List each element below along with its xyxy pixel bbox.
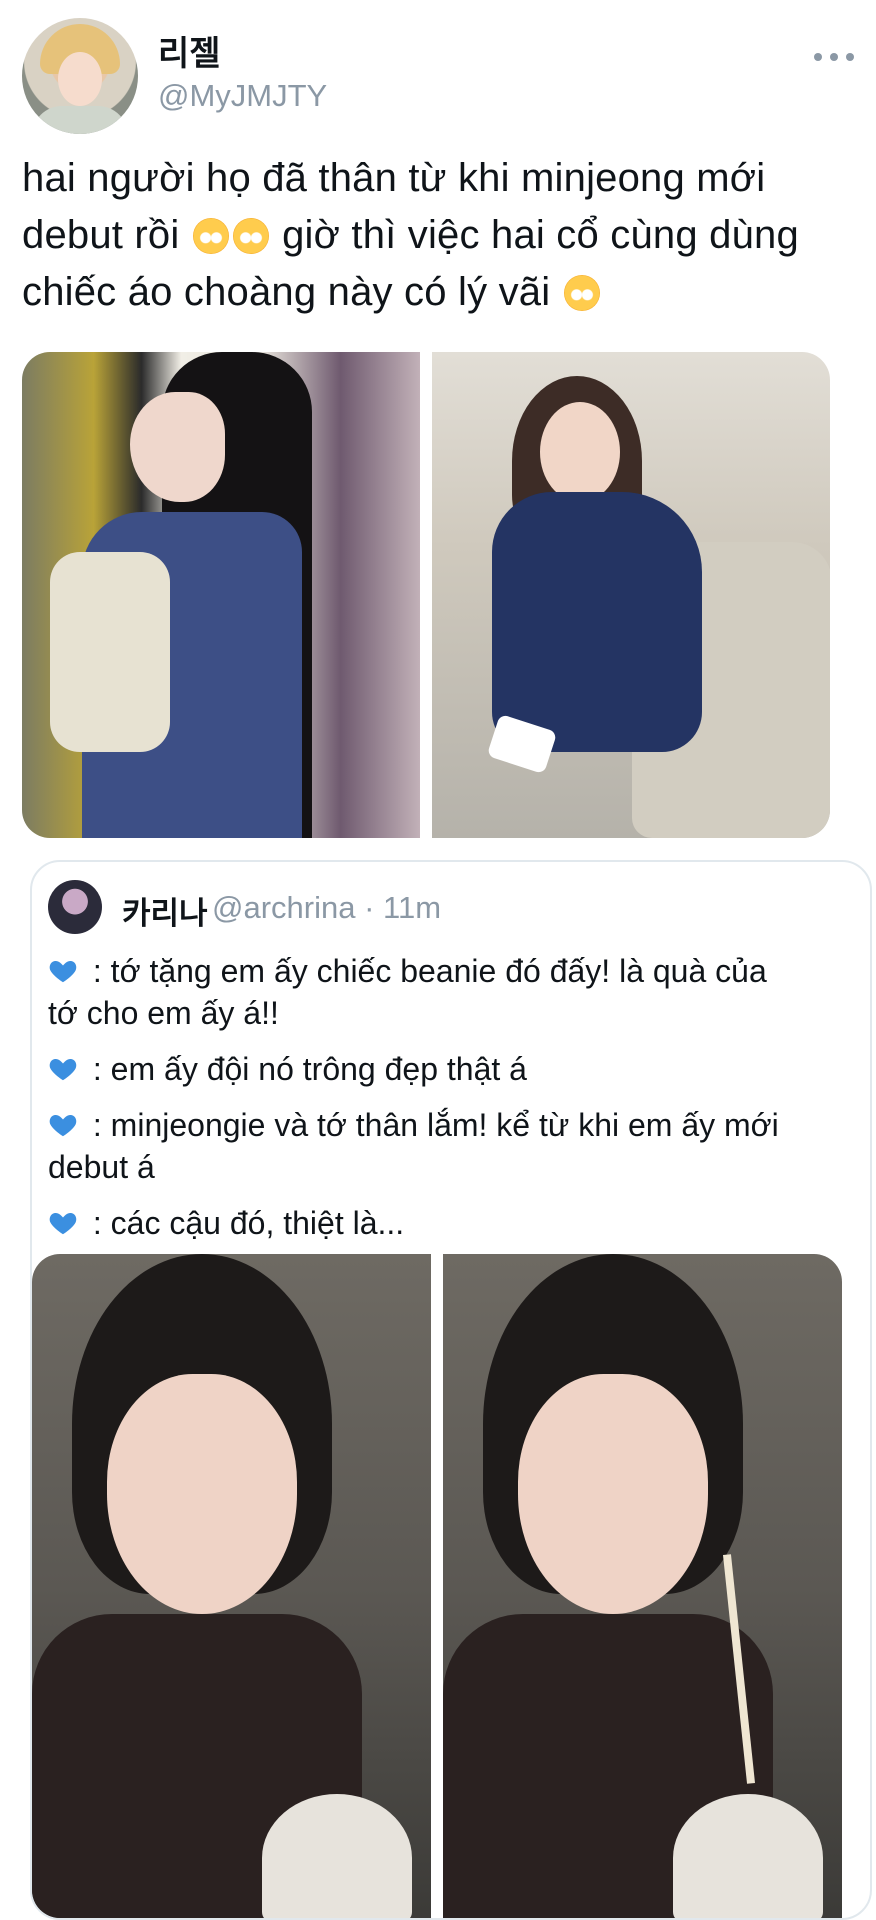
tweet-text-segment: debut rồi xyxy=(22,213,180,257)
avatar-shirt xyxy=(32,106,128,134)
quoted-text-line: debut á xyxy=(48,1149,155,1185)
quoted-text-line: : các cậu đó, thiệt là... xyxy=(84,1205,405,1241)
tweet-text-segment: hai người họ đã thân từ khi minjeong mới xyxy=(22,156,766,200)
dot xyxy=(830,53,838,61)
quoted-text-line: : minjeongie và tớ thân lắm! kể từ khi e… xyxy=(84,1107,779,1143)
quoted-author-avatar[interactable] xyxy=(48,880,102,934)
photo-bag xyxy=(50,552,170,752)
blue-heart-icon xyxy=(48,954,78,984)
author-handle[interactable]: @MyJMJTY xyxy=(158,78,327,114)
quoted-paragraph-3: : minjeongie và tớ thân lắm! kể từ khi e… xyxy=(48,1104,856,1188)
quoted-media-photo-1[interactable] xyxy=(32,1254,431,1918)
media-grid xyxy=(22,352,830,838)
quoted-paragraph-1: : tớ tặng em ấy chiếc beanie đó đấy! là … xyxy=(48,950,856,1034)
quoted-tweet[interactable]: 카리나 @archrina · 11m : tớ tặng em ấy chiế… xyxy=(30,860,872,1920)
blue-heart-icon xyxy=(48,1052,78,1082)
quoted-text-line: : tớ tặng em ấy chiếc beanie đó đấy! là … xyxy=(84,953,767,989)
photo-sweater xyxy=(492,492,702,752)
quoted-media-photo-2[interactable] xyxy=(443,1254,842,1918)
quoted-text-line: : em ấy đội nó trông đẹp thật á xyxy=(84,1051,527,1087)
quoted-text-line: tớ cho em ấy á!! xyxy=(48,995,279,1031)
pleading-face-icon xyxy=(563,275,600,311)
quoted-author-handle-time[interactable]: @archrina · 11m xyxy=(212,890,441,926)
dot xyxy=(846,53,854,61)
photo-face xyxy=(130,392,225,502)
tweet-text: hai người họ đã thân từ khi minjeong mới… xyxy=(22,150,862,321)
tweet-text-line-2: debut rồi giờ thì việc hai cổ cùng dùng xyxy=(22,207,862,264)
blue-heart-icon xyxy=(48,1206,78,1236)
avatar-face xyxy=(58,52,102,106)
photo-bowl xyxy=(262,1794,412,1918)
quoted-tweet-text: : tớ tặng em ấy chiếc beanie đó đấy! là … xyxy=(48,950,856,1258)
more-options-icon[interactable] xyxy=(814,42,854,72)
tweet-text-line-1: hai người họ đã thân từ khi minjeong mới xyxy=(22,150,862,207)
tweet-text-segment: giờ thì việc hai cổ cùng dùng xyxy=(270,213,799,257)
tweet[interactable]: 리젤 @MyJMJTY hai người họ đã thân từ khi … xyxy=(0,0,876,1920)
media-photo-2[interactable] xyxy=(432,352,830,838)
author-display-name[interactable]: 리젤 xyxy=(158,26,221,75)
tweet-text-segment: chiếc áo choàng này có lý vãi xyxy=(22,270,551,314)
media-photo-1[interactable] xyxy=(22,352,420,838)
quoted-paragraph-2: : em ấy đội nó trông đẹp thật á xyxy=(48,1048,856,1090)
photo-face xyxy=(107,1374,297,1614)
quoted-media-grid xyxy=(32,1254,842,1918)
tweet-text-line-3: chiếc áo choàng này có lý vãi xyxy=(22,264,862,321)
quoted-paragraph-4: : các cậu đó, thiệt là... xyxy=(48,1202,856,1244)
photo-face xyxy=(518,1374,708,1614)
author-avatar[interactable] xyxy=(22,18,138,134)
pleading-face-icon xyxy=(232,218,269,254)
pleading-face-icon xyxy=(192,218,229,254)
photo-face xyxy=(540,402,620,502)
photo-bowl xyxy=(673,1794,823,1918)
quoted-author-display-name[interactable]: 카리나 xyxy=(122,888,208,933)
dot xyxy=(814,53,822,61)
blue-heart-icon xyxy=(48,1108,78,1138)
